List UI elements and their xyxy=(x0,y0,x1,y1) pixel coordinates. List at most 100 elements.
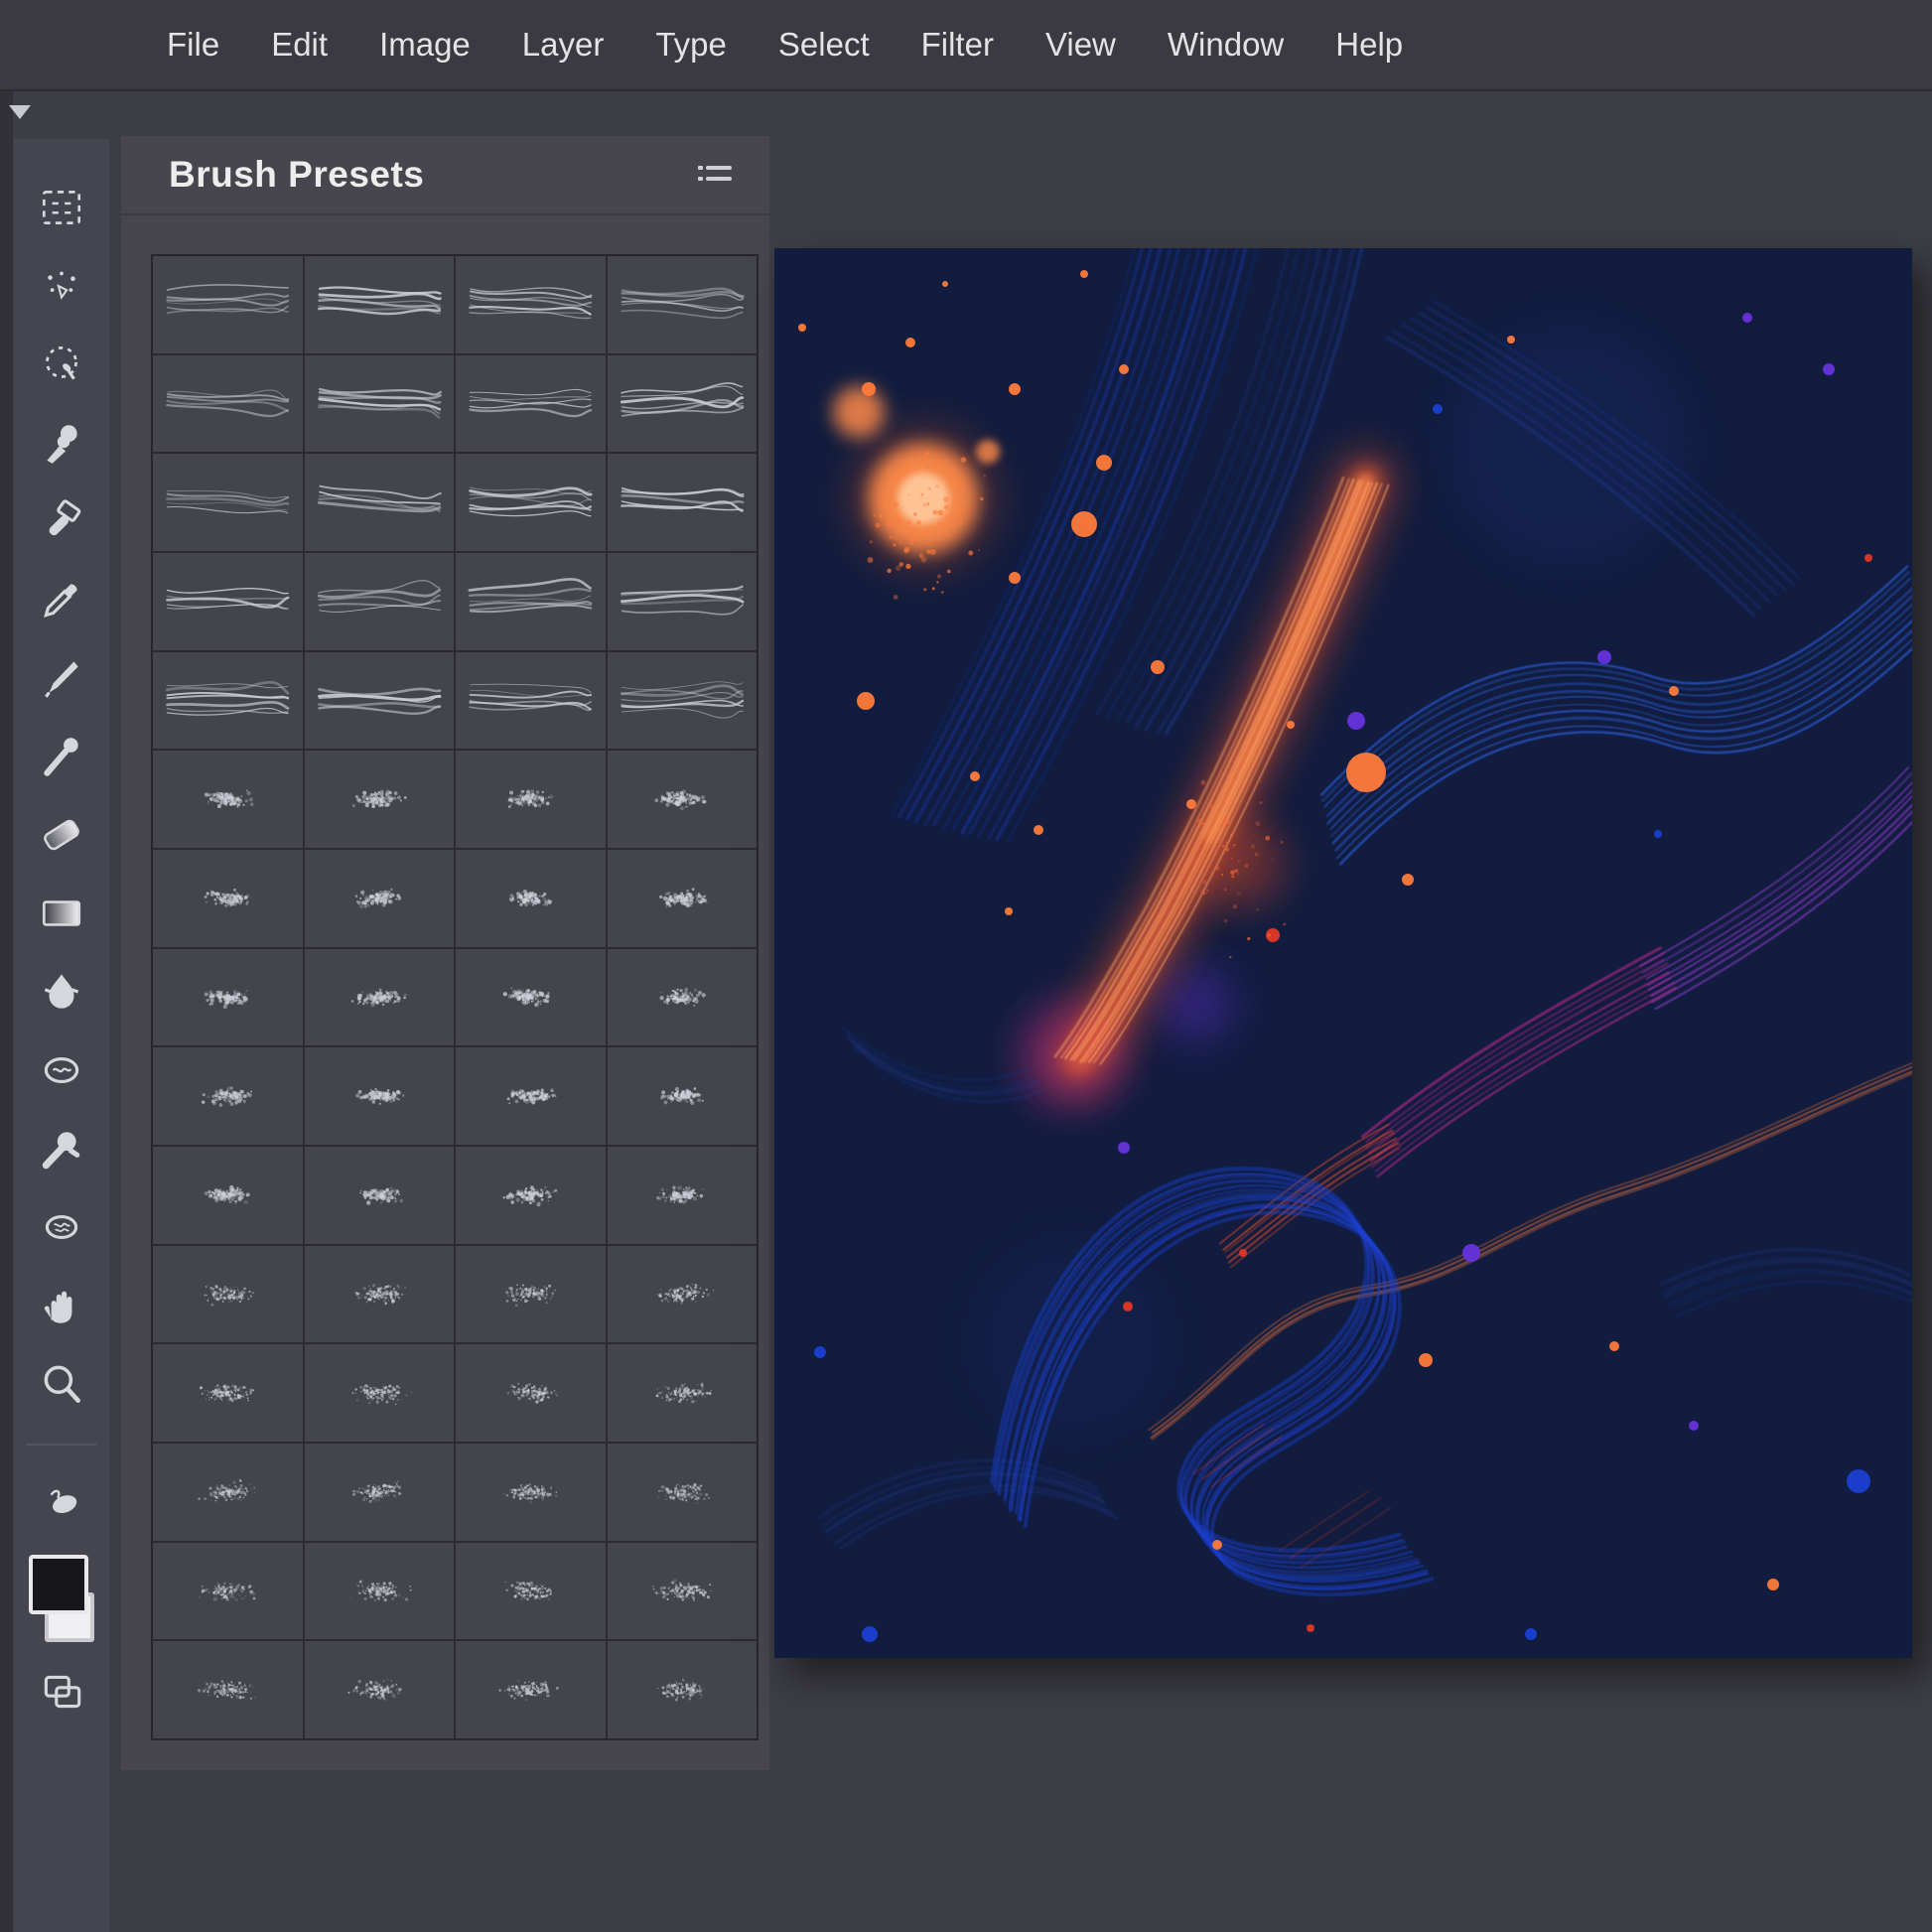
brush-preset-30[interactable] xyxy=(305,949,455,1046)
zoom-tool[interactable] xyxy=(34,1359,89,1413)
round-brush-icon xyxy=(37,732,86,786)
brush-preset-55[interactable] xyxy=(456,1543,606,1640)
menu-edit[interactable]: Edit xyxy=(271,26,328,64)
mixer-brush-tool[interactable] xyxy=(34,1476,89,1530)
polygonal-lasso-tool[interactable] xyxy=(34,261,89,315)
panel-menu-icon[interactable] xyxy=(698,163,732,187)
menu-filter[interactable]: Filter xyxy=(921,26,994,64)
brush-preset-35[interactable] xyxy=(456,1047,606,1145)
brush-preset-47[interactable] xyxy=(456,1344,606,1442)
brush-preset-33[interactable] xyxy=(153,1047,303,1145)
brush-preset-34[interactable] xyxy=(305,1047,455,1145)
brush-preset-3[interactable] xyxy=(456,256,606,353)
hand-tool[interactable] xyxy=(34,1281,89,1334)
menu-file[interactable]: File xyxy=(167,26,219,64)
brush-preset-37[interactable] xyxy=(153,1147,303,1244)
menu-window[interactable]: Window xyxy=(1168,26,1284,64)
screen-mode-tool[interactable] xyxy=(34,1667,89,1721)
round-brush-tool[interactable] xyxy=(34,732,89,785)
brush-tool[interactable] xyxy=(34,653,89,707)
brush-preset-26[interactable] xyxy=(305,850,455,947)
color-swatches[interactable] xyxy=(29,1555,94,1642)
marquee-icon xyxy=(37,183,86,237)
brush-preset-53[interactable] xyxy=(153,1543,303,1640)
eyedropper-tool[interactable] xyxy=(34,575,89,628)
brush-preset-12[interactable] xyxy=(608,454,758,551)
brush-presets-header: Brush Presets xyxy=(121,136,769,215)
blur-tool[interactable] xyxy=(34,967,89,1021)
slice-tool[interactable] xyxy=(34,496,89,550)
brush-preset-59[interactable] xyxy=(456,1641,606,1738)
brush-preset-17[interactable] xyxy=(153,652,303,750)
brush-preset-6[interactable] xyxy=(305,355,455,453)
brush-preset-58[interactable] xyxy=(305,1641,455,1738)
brush-preset-38[interactable] xyxy=(305,1147,455,1244)
brush-preset-21[interactable] xyxy=(153,751,303,848)
brush-preset-40[interactable] xyxy=(608,1147,758,1244)
eyedropper-icon xyxy=(37,575,86,629)
brush-preset-28[interactable] xyxy=(608,850,758,947)
healing-brush-tool[interactable] xyxy=(34,418,89,472)
sponge-tool[interactable] xyxy=(34,1202,89,1256)
brush-preset-49[interactable] xyxy=(153,1444,303,1541)
brush-preset-10[interactable] xyxy=(305,454,455,551)
zoom-icon xyxy=(37,1359,86,1414)
brush-preset-16[interactable] xyxy=(608,553,758,650)
brush-preset-5[interactable] xyxy=(153,355,303,453)
menu-type[interactable]: Type xyxy=(655,26,727,64)
brush-preset-54[interactable] xyxy=(305,1543,455,1640)
brush-preset-11[interactable] xyxy=(456,454,606,551)
gradient-tool[interactable] xyxy=(34,889,89,942)
brush-preset-23[interactable] xyxy=(456,751,606,848)
brush-preset-18[interactable] xyxy=(305,652,455,750)
brush-preset-44[interactable] xyxy=(608,1246,758,1343)
brush-preset-19[interactable] xyxy=(456,652,606,750)
document-canvas[interactable] xyxy=(774,248,1912,1658)
brush-preset-29[interactable] xyxy=(153,949,303,1046)
collapse-chevron-icon[interactable] xyxy=(9,105,31,119)
brush-preset-31[interactable] xyxy=(456,949,606,1046)
brush-preset-41[interactable] xyxy=(153,1246,303,1343)
brush-preset-42[interactable] xyxy=(305,1246,455,1343)
brush-preset-48[interactable] xyxy=(608,1344,758,1442)
menu-select[interactable]: Select xyxy=(778,26,870,64)
menu-help[interactable]: Help xyxy=(1335,26,1403,64)
brush-preset-32[interactable] xyxy=(608,949,758,1046)
brush-preset-51[interactable] xyxy=(456,1444,606,1541)
eraser-tool[interactable] xyxy=(34,810,89,864)
brush-preset-27[interactable] xyxy=(456,850,606,947)
brush-preset-56[interactable] xyxy=(608,1543,758,1640)
brush-preset-60[interactable] xyxy=(608,1641,758,1738)
sponge-icon xyxy=(37,1202,86,1257)
brush-preset-9[interactable] xyxy=(153,454,303,551)
brush-preset-39[interactable] xyxy=(456,1147,606,1244)
lasso-tool[interactable] xyxy=(34,340,89,393)
brush-preset-15[interactable] xyxy=(456,553,606,650)
marquee-tool[interactable] xyxy=(34,183,89,236)
smudge-tool[interactable] xyxy=(34,1045,89,1099)
brush-preset-1[interactable] xyxy=(153,256,303,353)
brush-preset-8[interactable] xyxy=(608,355,758,453)
foreground-color-swatch[interactable] xyxy=(29,1555,88,1614)
brush-preset-36[interactable] xyxy=(608,1047,758,1145)
menu-image[interactable]: Image xyxy=(379,26,471,64)
brush-preset-57[interactable] xyxy=(153,1641,303,1738)
brush-preset-13[interactable] xyxy=(153,553,303,650)
menubar: File Edit Image Layer Type Select Filter View Wi… xyxy=(0,0,1932,91)
menu-layer[interactable]: Layer xyxy=(522,26,605,64)
brush-preset-52[interactable] xyxy=(608,1444,758,1541)
brush-preset-45[interactable] xyxy=(153,1344,303,1442)
dodge-tool[interactable] xyxy=(34,1124,89,1177)
brush-preset-25[interactable] xyxy=(153,850,303,947)
brush-preset-43[interactable] xyxy=(456,1246,606,1343)
brush-preset-20[interactable] xyxy=(608,652,758,750)
brush-preset-4[interactable] xyxy=(608,256,758,353)
brush-preset-50[interactable] xyxy=(305,1444,455,1541)
brush-preset-46[interactable] xyxy=(305,1344,455,1442)
brush-preset-14[interactable] xyxy=(305,553,455,650)
menu-view[interactable]: View xyxy=(1045,26,1116,64)
brush-preset-24[interactable] xyxy=(608,751,758,848)
brush-preset-7[interactable] xyxy=(456,355,606,453)
brush-preset-22[interactable] xyxy=(305,751,455,848)
brush-preset-2[interactable] xyxy=(305,256,455,353)
